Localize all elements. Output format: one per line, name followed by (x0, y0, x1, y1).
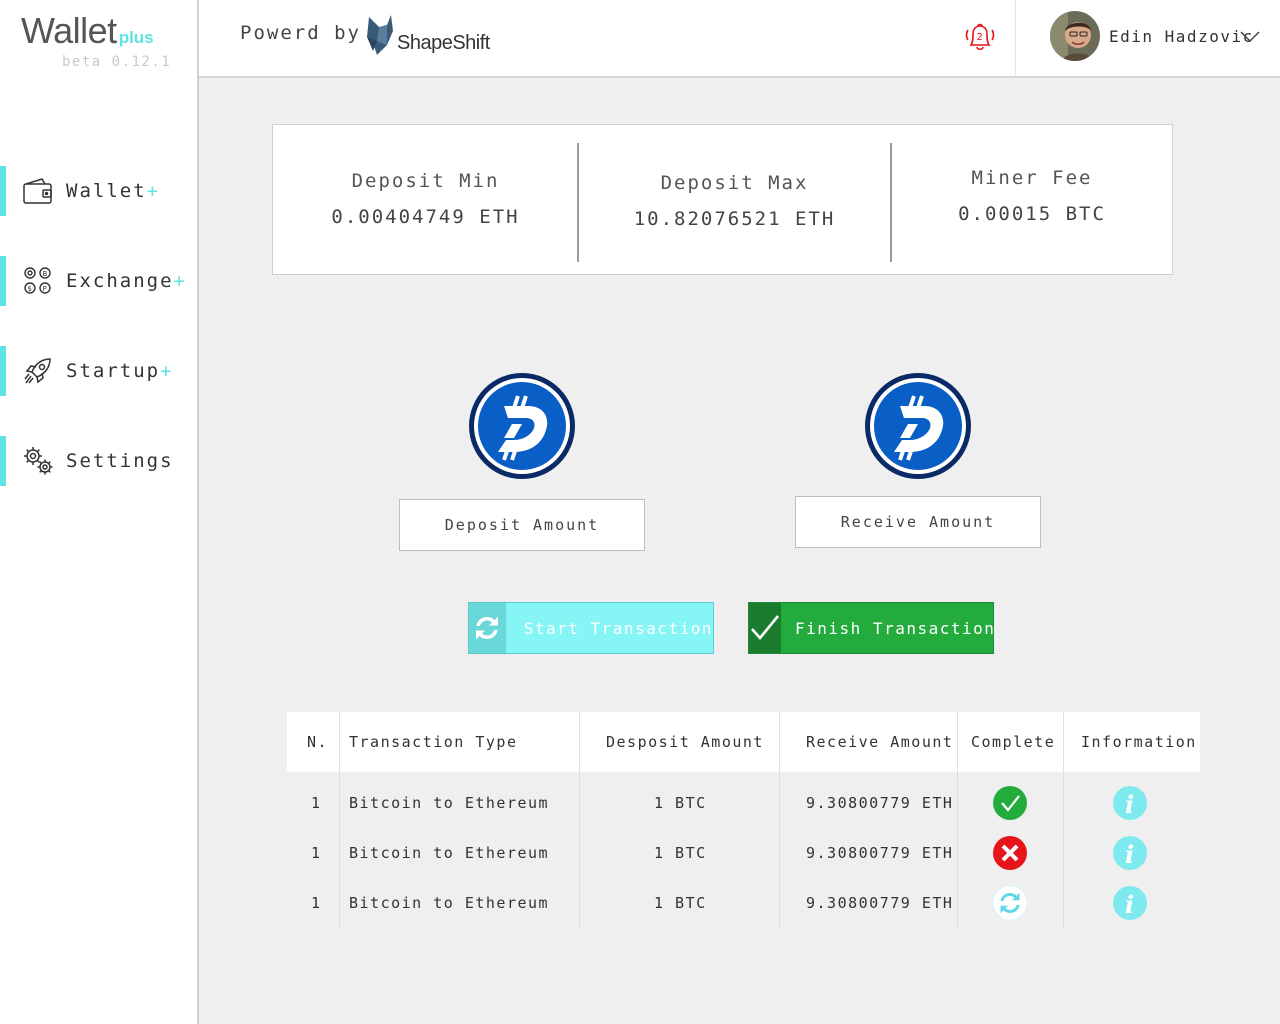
pending-refresh-icon (992, 885, 1028, 921)
deposit-coin-digibyte-icon[interactable] (468, 372, 576, 480)
info-icon[interactable]: i (1112, 835, 1148, 871)
deposit-max-section: Deposit Max 10.82076521 ETH (579, 125, 890, 274)
column-header-number: N. (307, 733, 329, 751)
wallet-icon (21, 174, 55, 208)
sidebar-item-wallet[interactable]: Wallet+ (0, 166, 197, 216)
column-header-information: Information (1081, 733, 1197, 751)
active-indicator (0, 346, 6, 396)
checkmark-icon (749, 603, 781, 653)
app-logo[interactable]: Wallet plus (21, 10, 154, 52)
sidebar-item-settings[interactable]: Settings (0, 436, 197, 486)
complete-check-icon (993, 786, 1027, 820)
deposit-min-label: Deposit Min (351, 170, 500, 192)
chevron-down-icon[interactable] (1239, 28, 1261, 44)
deposit-max-value: 10.82076521 ETH (633, 208, 836, 230)
svg-text:i: i (1125, 790, 1136, 819)
exchange-limits-panel: Deposit Min 0.00404749 ETH Deposit Max 1… (272, 124, 1173, 275)
row-type: Bitcoin to Ethereum (349, 894, 550, 912)
row-number: 1 (311, 794, 322, 812)
refresh-icon (469, 603, 506, 653)
start-transaction-label: Start Transaction (523, 618, 713, 638)
row-receive: 9.30800779 ETH (806, 894, 954, 912)
sidebar-item-exchange[interactable]: B $ P Exchange+ (0, 256, 197, 306)
miner-fee-label: Miner Fee (971, 167, 1093, 189)
logo-sub-text: plus (118, 28, 154, 47)
miner-fee-section: Miner Fee 0.00015 BTC (892, 125, 1172, 274)
app-version: beta 0.12.1 (62, 54, 172, 70)
row-number: 1 (311, 844, 322, 862)
deposit-min-section: Deposit Min 0.00404749 ETH (273, 125, 578, 274)
deposit-max-label: Deposit Max (660, 172, 809, 194)
info-icon[interactable]: i (1112, 785, 1148, 821)
row-receive: 9.30800779 ETH (806, 794, 954, 812)
powered-by-label: Powerd by (240, 22, 361, 44)
column-header-type: Transaction Type (349, 733, 518, 751)
sidebar-item-label: Exchange+ (66, 270, 187, 292)
column-header-deposit: Desposit Amount (606, 733, 764, 751)
notification-bell-icon[interactable]: 2 (961, 18, 999, 56)
avatar[interactable] (1050, 11, 1100, 61)
row-number: 1 (311, 894, 322, 912)
shapeshift-logo[interactable]: ShapeShift (367, 15, 490, 55)
deposit-min-value: 0.00404749 ETH (331, 206, 520, 228)
sidebar-item-startup[interactable]: Startup+ (0, 346, 197, 396)
top-header: Powerd by ShapeShift 2 Edin Hadzovic (199, 0, 1280, 78)
user-name[interactable]: Edin Hadzovic (1109, 27, 1254, 46)
row-type: Bitcoin to Ethereum (349, 794, 550, 812)
row-complete (992, 778, 1028, 828)
svg-text:i: i (1125, 840, 1136, 869)
row-complete (992, 878, 1028, 928)
failed-x-icon (993, 836, 1027, 870)
table-row[interactable]: 1 Bitcoin to Ethereum 1 BTC 9.30800779 E… (287, 828, 1200, 878)
column-header-complete: Complete (971, 733, 1056, 751)
notification-count: 2 (977, 32, 983, 43)
svg-text:P: P (43, 285, 47, 293)
transactions-table: N. Transaction Type Desposit Amount Rece… (287, 712, 1200, 928)
column-header-receive: Receive Amount (806, 733, 954, 751)
sidebar-item-label: Settings (66, 450, 174, 472)
info-icon[interactable]: i (1112, 885, 1148, 921)
miner-fee-value: 0.00015 BTC (958, 203, 1106, 225)
fox-icon (367, 15, 393, 55)
sidebar-item-label: Startup+ (66, 360, 174, 382)
row-deposit: 1 BTC (654, 844, 707, 862)
deposit-amount-input[interactable]: Deposit Amount (399, 499, 645, 551)
partner-name: ShapeShift (397, 31, 490, 54)
gear-icon (21, 444, 55, 478)
logo-main-text: Wallet (21, 10, 117, 51)
row-information: i (1112, 828, 1148, 878)
active-indicator (0, 436, 6, 486)
row-deposit: 1 BTC (654, 894, 707, 912)
sidebar: Wallet plus beta 0.12.1 Wallet+ B $ P Exc… (0, 0, 199, 1024)
rocket-icon (21, 354, 55, 388)
row-type: Bitcoin to Ethereum (349, 844, 550, 862)
svg-text:B: B (43, 270, 48, 278)
receive-amount-input[interactable]: Receive Amount (795, 496, 1041, 548)
row-complete (992, 828, 1028, 878)
active-indicator (0, 256, 6, 306)
start-transaction-button[interactable]: Start Transaction (468, 602, 714, 654)
row-information: i (1112, 778, 1148, 828)
active-indicator (0, 166, 6, 216)
table-row[interactable]: 1 Bitcoin to Ethereum 1 BTC 9.30800779 E… (287, 778, 1200, 828)
finish-transaction-button[interactable]: Finish Transaction (748, 602, 994, 654)
row-receive: 9.30800779 ETH (806, 844, 954, 862)
finish-transaction-label: Finish Transaction (795, 618, 996, 638)
header-divider (1015, 0, 1016, 76)
svg-text:i: i (1125, 890, 1136, 919)
table-row[interactable]: 1 Bitcoin to Ethereum 1 BTC 9.30800779 E… (287, 878, 1200, 928)
exchange-icon: B $ P (21, 264, 55, 298)
sidebar-item-label: Wallet+ (66, 180, 161, 202)
receive-coin-digibyte-icon[interactable] (864, 372, 972, 480)
row-information: i (1112, 878, 1148, 928)
svg-text:$: $ (28, 285, 32, 293)
row-deposit: 1 BTC (654, 794, 707, 812)
